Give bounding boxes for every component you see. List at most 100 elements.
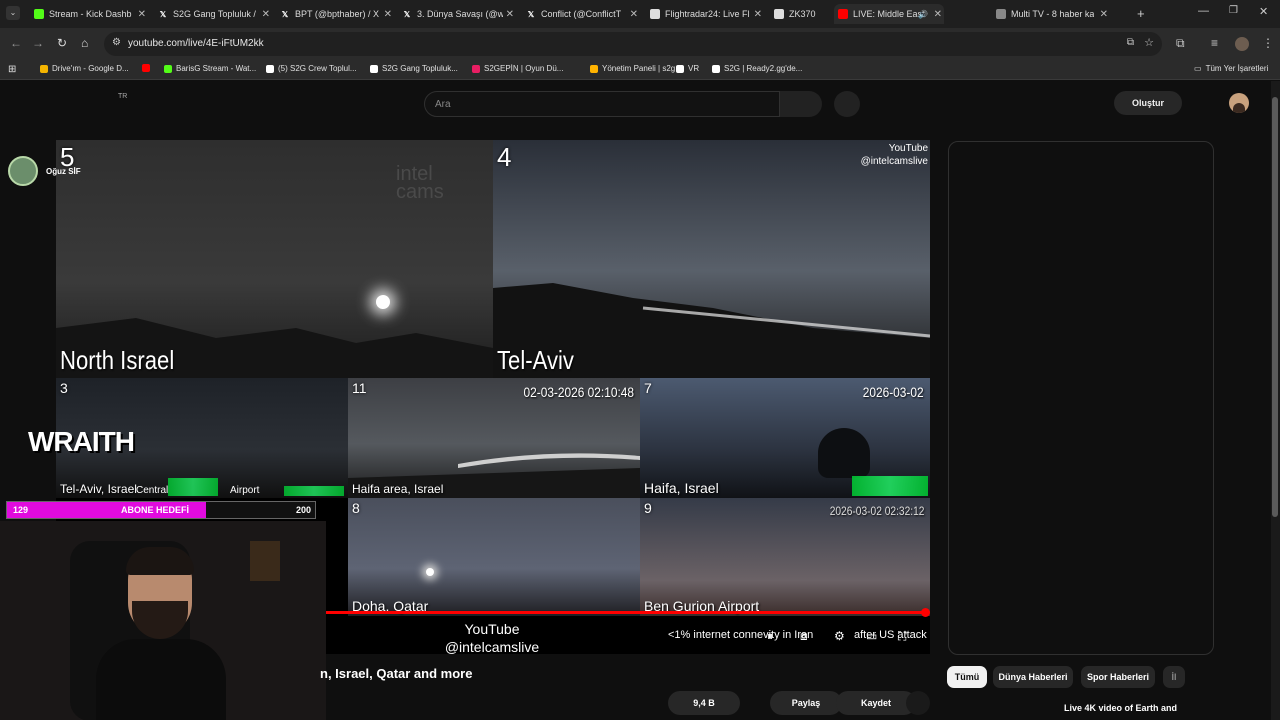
bookmark-item[interactable]: (5) S2G Crew Toplul... xyxy=(266,64,357,73)
share-button[interactable]: Paylaş xyxy=(770,691,842,715)
create-button[interactable]: Oluştur xyxy=(1114,91,1182,115)
more-actions-button[interactable] xyxy=(906,691,930,715)
subtitles-icon[interactable]: ⧈ xyxy=(800,629,808,644)
speaker-icon[interactable]: 🔊 xyxy=(918,10,928,19)
bookmark-label: S2G | Ready2.gg'de... xyxy=(724,64,803,73)
chip-all[interactable]: Tümü xyxy=(947,666,987,688)
x-icon: 𝕏 xyxy=(527,9,535,19)
brand-text: YouTube xyxy=(464,621,520,637)
bookmark-favicon-icon xyxy=(712,64,720,73)
browser-tab[interactable]: Multi TV - 8 haber ka ✕ xyxy=(992,4,1110,24)
save-button[interactable]: Kaydet xyxy=(836,691,916,715)
cam-watermark: intel cams xyxy=(396,163,444,203)
streamer-name: Oğuz SİF xyxy=(46,167,81,176)
reload-icon[interactable]: ↻ xyxy=(57,36,67,50)
chip-sports-news[interactable]: Spor Haberleri xyxy=(1081,666,1155,688)
scrollbar-thumb[interactable] xyxy=(1272,97,1278,517)
bookmark-item[interactable]: VR xyxy=(676,64,699,73)
search-button[interactable] xyxy=(780,91,822,117)
home-icon[interactable]: ⌂ xyxy=(81,36,88,50)
bookmark-item[interactable]: S2G | Ready2.gg'de... xyxy=(712,64,802,73)
tab-close-icon[interactable]: ✕ xyxy=(754,9,762,20)
browser-tab[interactable]: 𝕏 S2G Gang Topluluk / ✕ xyxy=(154,4,272,24)
chip-partial[interactable]: İl xyxy=(1163,666,1185,688)
tab-close-icon[interactable]: ✕ xyxy=(506,9,514,20)
url-input[interactable]: ⚙ youtube.com/live/4E-iFtUM2kk ⧉ ☆ xyxy=(104,32,1162,56)
browser-tab[interactable]: 𝕏 Conflict (@ConflictT ✕ xyxy=(522,4,640,24)
theater-icon[interactable]: ▭ xyxy=(866,629,877,643)
search-input[interactable]: Ara xyxy=(424,91,780,117)
subscriber-target: 200 xyxy=(295,505,311,515)
bookmark-favicon-icon xyxy=(370,64,378,73)
youtube-page: TR Ara Oluştur intel cams 5 North Israel… xyxy=(0,81,1280,720)
browser-tab[interactable]: LIVE: Middle East 🔊 ✕ xyxy=(834,4,944,24)
site-info-icon[interactable]: ⚙ xyxy=(112,37,121,48)
back-icon[interactable]: ← xyxy=(10,36,22,50)
bookmark-item[interactable]: S2GEPİN | Oyun Dü... xyxy=(472,64,563,73)
tab-search-icon[interactable]: ⌄ xyxy=(6,6,20,20)
settings-gear-icon[interactable]: ⚙ xyxy=(834,629,845,643)
close-window-button[interactable]: ✕ xyxy=(1259,5,1268,18)
tab-title: Stream - Kick Dashb xyxy=(49,9,132,19)
bookmark-label: BarisG Stream - Wat... xyxy=(176,64,257,73)
menu-icon[interactable]: ⋮ xyxy=(1262,36,1274,50)
address-bar-row: ← → ↻ ⌂ ⚙ youtube.com/live/4E-iFtUM2kk ⧉… xyxy=(0,28,1280,60)
url-text: youtube.com/live/4E-iFtUM2kk xyxy=(128,38,264,49)
live-chat-panel xyxy=(948,141,1214,655)
cam-sublabel-airport: Airport xyxy=(230,485,260,496)
browser-tab[interactable]: Flightradar24: Live Fl ✕ xyxy=(646,4,764,24)
profile-avatar-icon[interactable] xyxy=(1235,37,1249,51)
voice-search-button[interactable] xyxy=(834,91,860,117)
tab-close-icon[interactable]: ✕ xyxy=(1100,9,1108,20)
minimize-button[interactable]: — xyxy=(1198,5,1209,17)
subscriber-goal-label: ABONE HEDEFİ xyxy=(121,505,190,515)
bookmark-item[interactable] xyxy=(142,64,154,72)
tab-close-icon[interactable]: ✕ xyxy=(630,9,638,20)
extensions-icon[interactable]: ⧉ xyxy=(1176,36,1185,51)
maximize-button[interactable]: ❐ xyxy=(1229,5,1238,16)
forward-icon[interactable]: → xyxy=(32,36,44,50)
tab-close-icon[interactable]: ✕ xyxy=(934,9,942,20)
bookmark-item[interactable]: Yönetim Paneli | s2g... xyxy=(590,64,682,73)
new-tab-button[interactable]: + xyxy=(1137,6,1145,21)
views-button[interactable]: 9,4 B xyxy=(668,691,740,715)
handle-text: @intelcamslive xyxy=(444,639,540,654)
cam-number: 3 xyxy=(60,380,68,396)
bookmark-favicon-icon xyxy=(164,64,172,73)
cam-haifa-area: 11 02-03-2026 02:10:48 Haifa area, Israe… xyxy=(348,378,640,498)
folder-icon: ▭ xyxy=(1194,64,1202,73)
browser-tab[interactable]: 𝕏 3. Dünya Savaşı (@w ✕ xyxy=(398,4,516,24)
streamer-webcam xyxy=(0,521,326,720)
browser-tab[interactable]: 𝕏 BPT (@bpthaber) / X ✕ xyxy=(276,4,394,24)
bookmark-star-icon[interactable]: ☆ xyxy=(1144,36,1154,49)
bookmark-item[interactable]: S2G Gang Topluluk... xyxy=(370,64,458,73)
install-app-icon[interactable]: ⧉ xyxy=(1127,37,1134,48)
cam-doha: 8 Doha, Qatar xyxy=(348,498,640,616)
tab-close-icon[interactable]: ✕ xyxy=(262,9,270,20)
side-video-title[interactable]: Live 4K video of Earth and xyxy=(1064,703,1177,713)
bookmark-item[interactable]: BarisG Stream - Wat... xyxy=(164,64,256,73)
play-icon[interactable]: ⏸ xyxy=(767,629,773,644)
bookmark-item[interactable]: Drive'ım - Google D... xyxy=(40,64,129,73)
tab-close-icon[interactable]: ✕ xyxy=(384,9,392,20)
browser-tab[interactable]: ZK370 - Euro xyxy=(770,4,830,24)
bookmark-favicon-icon xyxy=(142,64,150,72)
media-icon[interactable]: ≡ xyxy=(1211,36,1218,50)
bookmark-favicon-icon xyxy=(266,64,274,73)
seek-bar[interactable] xyxy=(326,608,930,617)
chip-world-news[interactable]: Dünya Haberleri xyxy=(993,666,1073,688)
tab-close-icon[interactable]: ✕ xyxy=(138,9,146,20)
ticker-start: <1% internet conne xyxy=(668,629,764,641)
all-bookmarks-button[interactable]: ▭ Tüm Yer İşaretleri xyxy=(1194,64,1268,73)
locale-badge: TR xyxy=(118,93,128,100)
cam-number: 7 xyxy=(644,380,652,396)
browser-tab-bar: ⌄ Stream - Kick Dashb ✕ 𝕏 S2G Gang Topluluk… xyxy=(0,0,1280,28)
bookmark-label: Drive'ım - Google D... xyxy=(52,64,129,73)
account-avatar[interactable] xyxy=(1229,93,1249,113)
bookmark-label: VR xyxy=(688,64,700,73)
browser-tab[interactable]: Stream - Kick Dashb ✕ xyxy=(30,4,148,24)
fullscreen-icon[interactable]: ⛶ xyxy=(898,629,906,644)
tab-title: Flightradar24: Live Fl xyxy=(665,9,750,19)
apps-icon[interactable]: ⊞ xyxy=(8,64,16,75)
x-icon: 𝕏 xyxy=(281,9,289,19)
